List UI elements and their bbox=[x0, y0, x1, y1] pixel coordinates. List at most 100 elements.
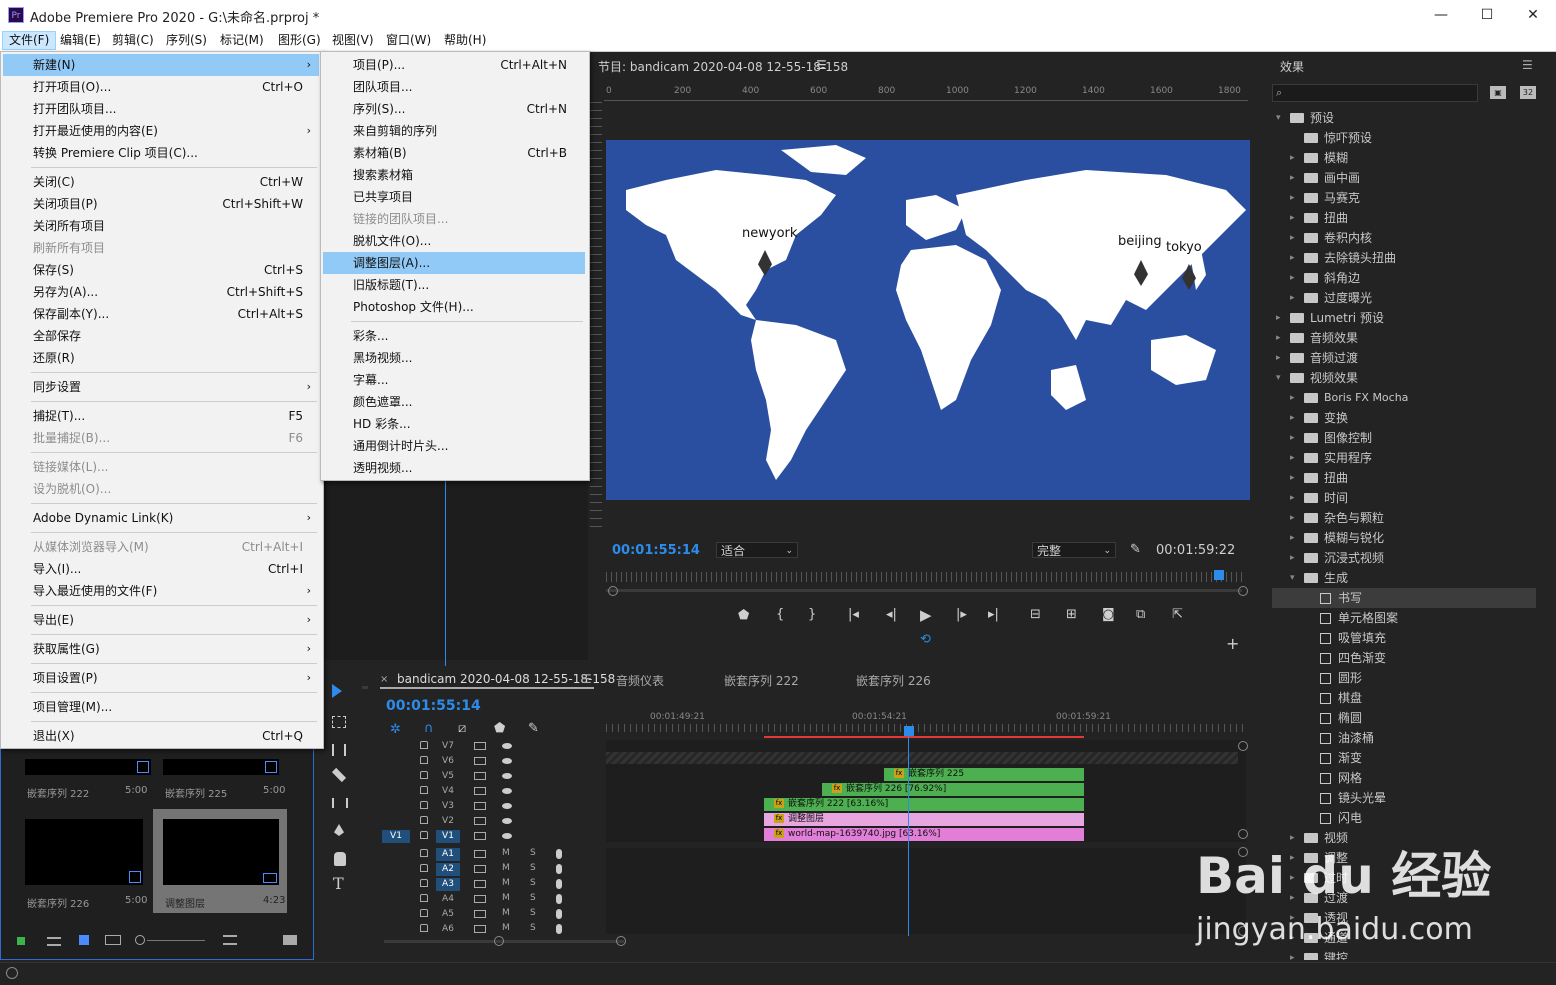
eye-icon[interactable] bbox=[502, 773, 512, 779]
effects-tree-item[interactable]: ▸ 马赛克 bbox=[1272, 188, 1536, 208]
microphone-icon[interactable] bbox=[556, 894, 562, 904]
toggle-track-output-icon[interactable] bbox=[474, 802, 486, 810]
lock-icon[interactable] bbox=[420, 771, 428, 779]
bin-thumbnail[interactable] bbox=[25, 819, 143, 885]
track-label[interactable]: A1 bbox=[436, 848, 460, 861]
go-to-out-icon[interactable]: ▸| bbox=[988, 607, 999, 622]
wrench-icon[interactable]: ✎ bbox=[1130, 542, 1141, 557]
effects-tree-item[interactable]: ▸ 图像控制 bbox=[1272, 428, 1536, 448]
effects-tree-item[interactable]: ▸ 去除镜头扭曲 bbox=[1272, 248, 1536, 268]
new-submenu-item[interactable]: 已共享项目 bbox=[323, 186, 585, 208]
effects-tree-item[interactable]: ▸ 杂色与颗粒 bbox=[1272, 508, 1536, 528]
chevron-right-icon[interactable]: ▸ bbox=[1290, 548, 1295, 568]
step-forward-icon[interactable]: |▸ bbox=[956, 607, 967, 622]
panel-menu-icon[interactable]: ☰ bbox=[816, 58, 827, 72]
eye-icon[interactable] bbox=[502, 758, 512, 764]
chevron-right-icon[interactable]: ▸ bbox=[1290, 508, 1295, 528]
menu-edit[interactable]: 编辑(E) bbox=[54, 32, 107, 49]
lock-icon[interactable] bbox=[420, 864, 428, 872]
chevron-right-icon[interactable]: ▸ bbox=[1290, 148, 1295, 168]
add-marker-icon[interactable]: ⬟ bbox=[738, 608, 749, 623]
panel-menu-icon[interactable]: ☰ bbox=[1522, 58, 1533, 72]
file-menu-item[interactable]: 全部保存 bbox=[3, 325, 319, 347]
file-menu-item[interactable]: 关闭(C) Ctrl+W bbox=[3, 171, 319, 193]
effects-tree-item[interactable]: ▸ 过时 bbox=[1272, 868, 1536, 888]
file-menu-item[interactable]: 捕捉(T)... F5 bbox=[3, 405, 319, 427]
time-ruler[interactable] bbox=[606, 572, 1246, 582]
mute-button[interactable]: M bbox=[502, 878, 510, 888]
toggle-track-output-icon[interactable] bbox=[474, 742, 486, 750]
effects-search-input[interactable]: ⌕ bbox=[1272, 84, 1478, 102]
microphone-icon[interactable] bbox=[556, 879, 562, 889]
file-menu-item[interactable]: 保存副本(Y)... Ctrl+Alt+S bbox=[3, 303, 319, 325]
chevron-down-icon[interactable]: ▾ bbox=[1276, 108, 1281, 128]
track-label[interactable]: V3 bbox=[436, 800, 460, 813]
effects-tree-item[interactable]: ▸ 变换 bbox=[1272, 408, 1536, 428]
close-tab-icon[interactable]: × bbox=[380, 674, 388, 685]
new-submenu-item[interactable]: 调整图层(A)... bbox=[323, 252, 585, 274]
new-submenu-item[interactable]: 脱机文件(O)... bbox=[323, 230, 585, 252]
effects-tree-item[interactable]: ▸ 过度曝光 bbox=[1272, 288, 1536, 308]
file-menu-item[interactable]: 关闭项目(P) Ctrl+Shift+W bbox=[3, 193, 319, 215]
eye-icon[interactable] bbox=[502, 833, 512, 839]
effects-tree-item[interactable]: ▸ 调整 bbox=[1272, 848, 1536, 868]
lock-icon[interactable] bbox=[420, 786, 428, 794]
effects-tree-item[interactable]: 吸管填充 bbox=[1272, 628, 1536, 648]
menu-file[interactable]: 文件(F) bbox=[2, 31, 57, 50]
lock-icon[interactable] bbox=[420, 894, 428, 902]
eye-icon[interactable] bbox=[502, 743, 512, 749]
toggle-track-output-icon[interactable] bbox=[474, 865, 486, 873]
chevron-right-icon[interactable]: ▸ bbox=[1276, 328, 1281, 348]
file-menu-item[interactable]: 导出(E) › bbox=[3, 609, 319, 631]
track-label[interactable]: A5 bbox=[436, 908, 460, 921]
zoom-slider[interactable] bbox=[147, 940, 205, 941]
add-marker-icon[interactable]: ⬟ bbox=[494, 721, 505, 736]
new-submenu-item[interactable]: 搜索素材箱 bbox=[323, 164, 585, 186]
snap-icon[interactable]: ∩ bbox=[424, 721, 434, 736]
timeline-clip[interactable]: fx 嵌套序列 226 [76.92%] bbox=[822, 783, 1084, 796]
chevron-right-icon[interactable]: ▸ bbox=[1290, 448, 1295, 468]
chevron-right-icon[interactable]: ▸ bbox=[1276, 348, 1281, 368]
chevron-right-icon[interactable]: ▸ bbox=[1290, 408, 1295, 428]
tab-nested-222[interactable]: 嵌套序列 222 bbox=[724, 672, 799, 689]
track-label[interactable]: V7 bbox=[436, 740, 460, 753]
scroll-handle-right[interactable] bbox=[1238, 586, 1248, 596]
freeform-view-icon[interactable] bbox=[105, 935, 121, 945]
quality-dropdown[interactable]: 完整 ⌄ bbox=[1032, 542, 1116, 558]
solo-button[interactable]: S bbox=[530, 923, 536, 933]
effects-tree-item[interactable]: ▸ 透视 bbox=[1272, 908, 1536, 928]
zoom-slider-handle[interactable] bbox=[135, 935, 145, 945]
sort-icon[interactable] bbox=[223, 935, 237, 945]
menu-graphics[interactable]: 图形(G) bbox=[272, 32, 327, 49]
chevron-right-icon[interactable]: ▸ bbox=[1290, 388, 1295, 408]
effects-tree-item[interactable]: 四色渐变 bbox=[1272, 648, 1536, 668]
timeline-clip[interactable]: fx world-map-1639740.jpg [63.16%] bbox=[764, 828, 1084, 841]
zoom-scrollbar[interactable] bbox=[606, 589, 1242, 592]
tab-nested-226[interactable]: 嵌套序列 226 bbox=[856, 672, 931, 689]
chevron-right-icon[interactable]: ▸ bbox=[1290, 928, 1295, 948]
mark-in-icon[interactable]: { bbox=[776, 607, 784, 622]
icon-view-icon[interactable] bbox=[79, 935, 89, 945]
new-submenu-item[interactable]: 链接的团队项目... bbox=[323, 208, 585, 230]
toggle-track-output-icon[interactable] bbox=[474, 895, 486, 903]
solo-button[interactable]: S bbox=[530, 863, 536, 873]
work-area-bar[interactable] bbox=[764, 736, 1084, 738]
effects-tree-item[interactable]: ▸ Lumetri 预设 bbox=[1272, 308, 1536, 328]
solo-button[interactable]: S bbox=[530, 878, 536, 888]
file-menu-item[interactable]: 转换 Premiere Clip 项目(C)... bbox=[3, 142, 319, 164]
chevron-right-icon[interactable]: ▸ bbox=[1290, 188, 1295, 208]
nest-icon[interactable]: ✲ bbox=[390, 722, 401, 737]
bin-thumbnail[interactable] bbox=[25, 759, 151, 775]
effects-tree-item[interactable]: ▸ Boris FX Mocha bbox=[1272, 388, 1536, 408]
file-menu-item[interactable]: 还原(R) bbox=[3, 347, 319, 369]
new-submenu-item[interactable]: 黑场视频... bbox=[323, 347, 585, 369]
effects-tree-item[interactable]: 椭圆 bbox=[1272, 708, 1536, 728]
file-menu-item[interactable]: 批量捕捉(B)... F6 bbox=[3, 427, 319, 449]
microphone-icon[interactable] bbox=[556, 864, 562, 874]
file-menu-item[interactable]: 设为脱机(O)... bbox=[3, 478, 319, 500]
chevron-down-icon[interactable]: ▾ bbox=[1276, 368, 1281, 388]
effects-tree-item[interactable]: ▾ 生成 bbox=[1272, 568, 1536, 588]
chevron-right-icon[interactable]: ▸ bbox=[1290, 888, 1295, 908]
scroll-handle-right[interactable] bbox=[616, 936, 626, 946]
file-menu-item[interactable]: 保存(S) Ctrl+S bbox=[3, 259, 319, 281]
